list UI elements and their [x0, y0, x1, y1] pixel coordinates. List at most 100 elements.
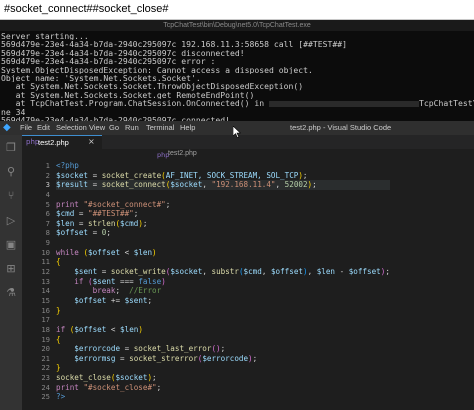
remote-explorer-icon[interactable]: ▣ [5, 239, 17, 251]
line-number: 19 [41, 334, 50, 344]
window-title: test2.php - Visual Studio Code [290, 123, 392, 132]
code-token: $socket [115, 373, 148, 383]
run-debug-icon[interactable]: ▷ [5, 215, 17, 227]
activity-bar: ❐ ⚲ ⑂ ▷ ▣ ⊞ ⚗ [0, 135, 22, 410]
vscode-window: ◆ File Edit Selection View Go Run Termin… [0, 121, 474, 410]
line-number: 10 [41, 247, 50, 257]
line-number: 8 [45, 228, 50, 238]
code-line: <?php [56, 161, 390, 171]
code-token: if [56, 324, 66, 334]
tab-test2-php[interactable]: php test2.php × [22, 135, 102, 149]
menu-run[interactable]: Run [125, 121, 139, 135]
menu-go[interactable]: Go [109, 121, 119, 135]
code-line: $errorcode = socket_last_error(); [74, 344, 226, 354]
code-token: $offset [74, 324, 107, 334]
code-token: strlen [88, 218, 116, 228]
code-token: print [56, 382, 79, 392]
code-token: AF_INET, SOCK_STREAM, SOL_TCP [165, 170, 299, 180]
menu-view[interactable]: View [89, 121, 105, 135]
code-token: { [56, 257, 61, 267]
line-number: 16 [41, 305, 50, 315]
testing-icon[interactable]: ⚗ [5, 287, 17, 299]
source-control-icon[interactable]: ⑂ [5, 190, 17, 202]
output-text: #socket_connect##socket_close# [4, 3, 169, 15]
code-token: $errorcode [74, 344, 121, 354]
code-line-current: $result = socket_connect($socket, "192.1… [56, 180, 390, 190]
code-token: $len [120, 324, 139, 334]
code-token: $socket [56, 170, 89, 180]
code-token: socket_strerror [129, 353, 198, 363]
line-number: 17 [41, 315, 50, 325]
code-token: socket_create [101, 170, 162, 180]
code-token: $sent [74, 267, 98, 277]
code-token: $result [56, 180, 89, 190]
code-token: $offset [348, 267, 381, 277]
code-token: print [56, 199, 79, 209]
code-token: socket_write [110, 267, 166, 277]
code-token: $socket [170, 180, 203, 190]
code-token: $offset [74, 295, 107, 305]
menu-terminal[interactable]: Terminal [146, 121, 174, 135]
code-token: { [56, 334, 61, 344]
code-token: $offset [88, 247, 121, 257]
search-icon[interactable]: ⚲ [5, 166, 17, 178]
console-line: ne 34 [1, 107, 26, 117]
code-line: socket_close($socket); [56, 373, 157, 383]
code-token: "#socket_connect#" [83, 199, 166, 209]
code-token: socket_last_error [133, 344, 212, 354]
code-token: false [138, 276, 162, 286]
code-editor[interactable]: 1 2 3 4 5 6 7 8 9 10 11 12 13 14 15 16 1… [22, 161, 474, 410]
breadcrumb-file[interactable]: test2.php [168, 150, 197, 157]
files-icon[interactable]: ❐ [5, 142, 17, 154]
code-line: $offset += $sent; [74, 295, 153, 305]
code-line: print "#socket_close#"; [56, 382, 162, 392]
code-token: break [92, 286, 116, 296]
line-number: 4 [45, 189, 50, 199]
line-number: 12 [41, 267, 50, 277]
code-token: socket_connect [101, 180, 166, 190]
console-line: System.ObjectDisposedException: Cannot a… [1, 65, 313, 75]
close-icon[interactable]: × [88, 137, 95, 146]
editor-tabs: php test2.php × [22, 135, 474, 149]
code-token: $sent [124, 295, 148, 305]
code-line: } [56, 363, 390, 373]
code-token: $cmd [120, 218, 139, 228]
console-line: 569d479e-23e4-4a34-b7da-2940c295097c dis… [1, 48, 245, 58]
code-line: { [56, 335, 390, 345]
code-token: "##TEST##" [88, 209, 134, 219]
code-token: "192.168.11.4" [211, 180, 276, 190]
code-line: $socket = socket_create(AF_INET, SOCK_ST… [56, 170, 308, 180]
tab-label: test2.php [38, 138, 69, 147]
code-token: $errorcode [202, 353, 249, 363]
line-number: 25 [41, 392, 50, 402]
code-token: $offset [270, 267, 303, 277]
code-line: } [56, 306, 390, 316]
php-open-tag: <?php [56, 161, 79, 170]
code-line: $errormsg = socket_strerror($errorcode); [74, 353, 258, 363]
console-line: Object name: 'System.Net.Sockets.Socket'… [1, 74, 201, 83]
menu-selection[interactable]: Selection [56, 121, 87, 135]
code-line: if ($sent === false) [74, 276, 166, 286]
line-number: 21 [41, 353, 50, 363]
menu-file[interactable]: File [20, 121, 32, 135]
code-line: break; //Error [92, 286, 162, 296]
line-number: 1 [45, 161, 50, 170]
menu-edit[interactable]: Edit [37, 121, 50, 135]
code-token: $len [316, 267, 336, 277]
line-number: 3 [45, 180, 50, 190]
code-token: $socket [170, 267, 203, 277]
code-token: 52002 [284, 180, 308, 190]
code-token: "#socket_close#" [83, 382, 157, 392]
menu-help[interactable]: Help [180, 121, 195, 135]
code-token: $cmd [56, 209, 75, 219]
line-number: 9 [45, 238, 50, 248]
php-close-tag: ?> [56, 392, 66, 402]
breadcrumb: php test2.php [22, 149, 474, 161]
console-path-tail: TcpChatTest\Program.cs:li [419, 99, 474, 108]
code-line: { [56, 257, 390, 267]
code-line: $offset = 0; [56, 228, 111, 238]
extensions-icon[interactable]: ⊞ [5, 263, 17, 275]
